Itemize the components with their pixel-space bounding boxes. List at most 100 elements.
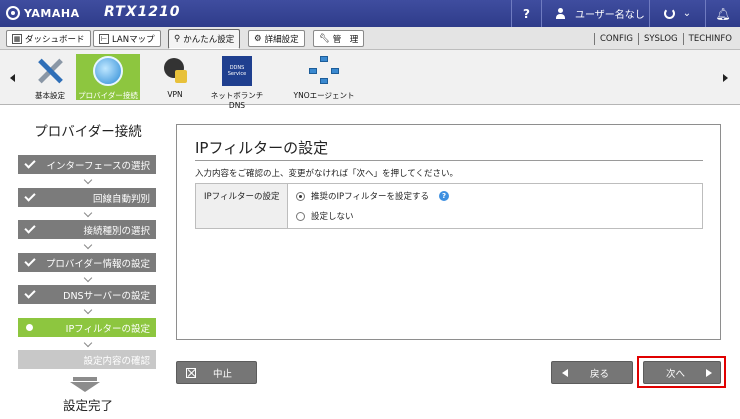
menu-label: ダッシュボード [25, 34, 85, 45]
menu-advanced-settings[interactable]: ⚙ 詳細設定 [248, 30, 305, 47]
network-agent-icon [309, 56, 339, 86]
option-label: 設定しない [311, 212, 354, 222]
step-label: 回線自動判別 [92, 193, 150, 205]
person-icon: ⚲ [174, 34, 181, 44]
user-icon [556, 8, 565, 19]
config-link[interactable]: CONFIG [600, 34, 633, 44]
divider [195, 160, 703, 161]
menu-easy-setup[interactable]: ⚲ かんたん設定 [168, 29, 241, 49]
menu-label: LANマップ [112, 34, 155, 45]
feature-label: プロバイダー接続 [78, 91, 138, 100]
step-label: 設定内容の確認 [83, 355, 150, 367]
feature-label: 基本設定 [35, 91, 65, 100]
feature-netvolante-dns[interactable]: DDNS Service ネットボランチDNS [205, 54, 269, 110]
close-box-icon [186, 368, 196, 378]
button-label: 次へ [666, 368, 686, 380]
feature-label: VPN [167, 90, 183, 99]
radio-button[interactable] [296, 211, 305, 221]
feature-yno-agent[interactable]: YNOエージェント [292, 54, 356, 100]
top-bar: YAMAHA RTX1210 ? ユーザー名なし ⌄ 🔔︎ [0, 0, 740, 27]
feature-label: YNOエージェント [293, 91, 355, 100]
dashboard-icon: ▦ [12, 33, 22, 44]
menu-dashboard[interactable]: ▦ ダッシュボード [6, 30, 91, 47]
chevron-down-icon [83, 175, 93, 185]
yamaha-emblem-icon [6, 6, 20, 20]
checkmark-icon [24, 222, 36, 234]
divider [593, 32, 595, 45]
step-label: インターフェースの選択 [46, 160, 150, 172]
menu-label: 詳細設定 [264, 34, 299, 45]
chevron-down-icon [83, 273, 93, 283]
cancel-button[interactable]: 中止 [176, 361, 257, 384]
next-button[interactable]: 次へ [643, 361, 721, 384]
current-step-dot-icon [26, 324, 33, 331]
chevron-down-icon [83, 208, 93, 218]
wizard-complete-label: 設定完了 [62, 398, 113, 413]
step-interface-selection: インターフェースの選択 [18, 155, 156, 174]
notification-button[interactable]: 🔔︎ [705, 0, 740, 27]
option-no-filter[interactable]: 設定しない [296, 210, 354, 222]
step-label: IPフィルターの設定 [65, 323, 150, 335]
main-menu: ▦ ダッシュボード ⊢ LANマップ ⚲ かんたん設定 ⚙ 詳細設定 🔧︎ 管 … [0, 27, 740, 50]
feature-basic-settings[interactable]: 基本設定 [18, 54, 82, 100]
utility-links: CONFIG SYSLOG TECHINFO [589, 27, 732, 50]
checkmark-icon [24, 255, 36, 267]
status-ring-icon [663, 8, 675, 19]
chevron-down-icon [83, 338, 93, 348]
model-name: RTX1210 [104, 4, 181, 20]
techinfo-link[interactable]: TECHINFO [689, 34, 732, 44]
step-ip-filter: IPフィルターの設定 [18, 318, 156, 337]
arrow-left-icon [562, 369, 568, 377]
lan-map-icon: ⊢ [99, 33, 109, 44]
help-icon[interactable]: ? [438, 191, 449, 201]
arrow-right-icon [706, 369, 712, 377]
feature-vpn[interactable]: VPN [143, 54, 207, 100]
field-label: IPフィルターの設定 [196, 184, 288, 228]
chevron-down-icon: ⌄ [682, 8, 692, 19]
status-menu[interactable]: ⌄ [649, 0, 705, 27]
scroll-left-arrow-icon[interactable] [10, 74, 15, 82]
checkmark-icon [24, 157, 36, 169]
step-label: プロバイダー情報の設定 [45, 258, 150, 270]
feature-provider-connection[interactable]: プロバイダー接続 [76, 54, 140, 100]
step-confirm-settings: 設定内容の確認 [18, 350, 156, 369]
step-dns-server: DNSサーバーの設定 [18, 285, 156, 304]
radio-button-checked[interactable] [296, 191, 305, 201]
checkmark-icon [24, 190, 36, 202]
arrow-down-icon [70, 377, 100, 393]
globe-icon [93, 56, 123, 86]
wizard-title: プロバイダー接続 [34, 124, 142, 140]
scroll-right-arrow-icon[interactable] [723, 74, 728, 82]
brand-name: YAMAHA [24, 6, 80, 20]
yamaha-logo: YAMAHA [6, 6, 80, 20]
step-label: DNSサーバーの設定 [63, 290, 150, 302]
gear-icon: ⚙ [254, 33, 262, 44]
menu-label: 管 理 [332, 34, 359, 45]
option-label: 推奨のIPフィルターを設定する [311, 192, 429, 202]
syslog-link[interactable]: SYSLOG [644, 34, 678, 44]
menu-label: かんたん設定 [183, 35, 235, 45]
chevron-down-icon [83, 305, 93, 315]
ddns-service-icon: DDNS Service [222, 56, 252, 86]
button-label: 戻る [590, 368, 610, 380]
menu-lan-map[interactable]: ⊢ LANマップ [93, 30, 161, 47]
feature-strip: 基本設定 プロバイダー接続 VPN DDNS Service ネットボランチDN… [0, 50, 740, 110]
settings-form: IPフィルターの設定 推奨のIPフィルターを設定する ? 設定しない [195, 183, 703, 229]
step-provider-info: プロバイダー情報の設定 [18, 253, 156, 272]
help-button[interactable]: ? [511, 0, 541, 27]
step-line-detection: 回線自動判別 [18, 188, 156, 207]
checkmark-icon [24, 287, 36, 299]
step-connection-type: 接続種別の選択 [18, 220, 156, 239]
option-recommended-filter[interactable]: 推奨のIPフィルターを設定する ? [296, 190, 449, 202]
back-button[interactable]: 戻る [551, 361, 633, 384]
tools-icon [35, 56, 65, 86]
menu-management[interactable]: 🔧︎ 管 理 [313, 30, 365, 47]
divider [637, 32, 639, 45]
wrench-icon: 🔧︎ [319, 33, 330, 44]
step-label: 接続種別の選択 [83, 225, 150, 237]
feature-label: ネットボランチDNS [210, 91, 264, 110]
vpn-lock-icon [160, 56, 190, 86]
user-menu[interactable]: ユーザー名なし [541, 0, 649, 27]
content-panel: IPフィルターの設定 入力内容をご確認の上、変更がなければ「次へ」を押してくださ… [176, 124, 721, 340]
bell-icon: 🔔︎ [715, 6, 731, 21]
